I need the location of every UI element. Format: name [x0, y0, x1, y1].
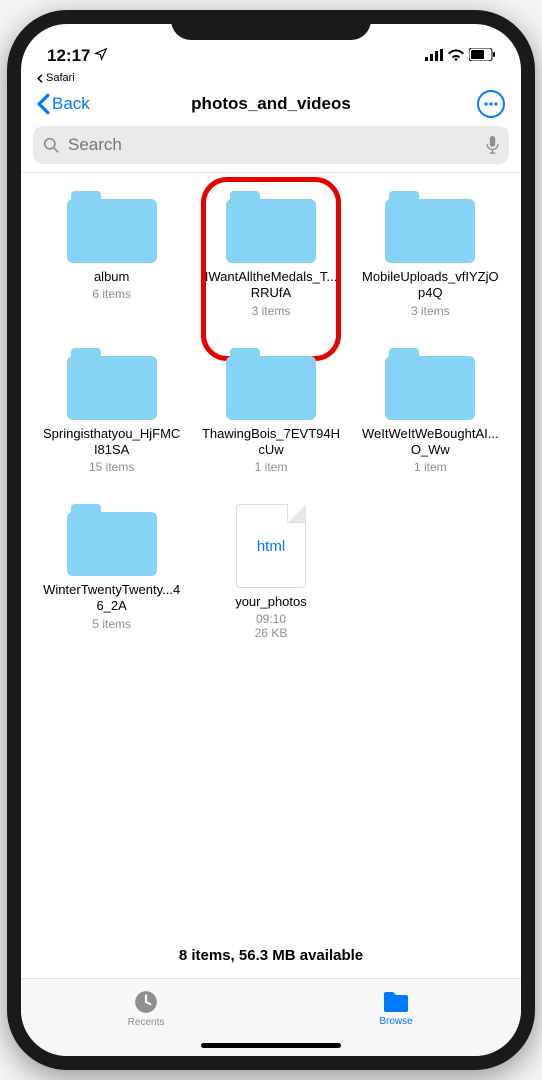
item-sub: 5 items	[92, 617, 131, 631]
folder-icon	[67, 504, 157, 576]
more-button[interactable]	[425, 90, 505, 118]
folder-icon	[385, 191, 475, 263]
folder-item[interactable]: WinterTwentyTwenty...46_2A 5 items	[35, 504, 188, 640]
clock-icon	[133, 989, 159, 1015]
phone-frame: 12:17 Safari	[7, 10, 535, 1070]
microphone-icon[interactable]	[486, 136, 499, 154]
item-sub: 3 items	[411, 304, 450, 318]
status-time: 12:17	[47, 46, 90, 66]
item-sub: 15 items	[89, 460, 134, 474]
folder-item[interactable]: album 6 items	[35, 191, 188, 318]
item-sub: 1 item	[414, 460, 447, 474]
app-return-breadcrumb[interactable]: Safari	[21, 70, 521, 84]
folder-item[interactable]: WeItWeItWeBoughtAI...O_Ww 1 item	[354, 348, 507, 475]
item-name: MobileUploads_vfIYZjOp4Q	[360, 269, 500, 302]
search-icon	[43, 137, 60, 154]
folder-icon	[226, 348, 316, 420]
caret-left-icon	[37, 74, 44, 83]
item-sub: 3 items	[252, 304, 291, 318]
item-name: IWantAlltheMedals_T...RRUfA	[201, 269, 341, 302]
folder-icon	[226, 191, 316, 263]
search-input[interactable]	[68, 135, 478, 155]
tab-browse[interactable]: Browse	[271, 979, 521, 1038]
item-sub: 1 item	[255, 460, 288, 474]
item-name: WinterTwentyTwenty...46_2A	[42, 582, 182, 615]
tab-label: Recents	[128, 1017, 165, 1028]
wifi-icon	[447, 46, 465, 66]
file-badge: html	[257, 538, 285, 555]
folder-item[interactable]: Springisthatyou_HjFMCI81SA 15 items	[35, 348, 188, 475]
item-sub: 09:10 26 KB	[255, 612, 288, 640]
file-icon: html	[236, 504, 306, 588]
notch	[171, 10, 371, 40]
back-label: Back	[52, 94, 90, 114]
item-name: Springisthatyou_HjFMCI81SA	[42, 426, 182, 459]
item-name: WeItWeItWeBoughtAI...O_Ww	[360, 426, 500, 459]
folder-icon	[67, 348, 157, 420]
screen: 12:17 Safari	[21, 24, 521, 1056]
folder-item[interactable]: ThawingBois_7EVT94HcUw 1 item	[194, 348, 347, 475]
page-title: photos_and_videos	[117, 94, 425, 114]
items-grid: album 6 items IWantAlltheMedals_T...RRUf…	[21, 173, 521, 929]
battery-icon	[469, 46, 495, 66]
cellular-icon	[425, 46, 443, 66]
item-sub: 6 items	[92, 287, 131, 301]
summary-text: 8 items, 56.3 MB available	[21, 929, 521, 978]
item-name: your_photos	[235, 594, 307, 610]
location-icon	[94, 46, 108, 66]
tab-label: Browse	[379, 1016, 412, 1027]
breadcrumb-app-label: Safari	[46, 72, 75, 84]
folder-icon	[382, 990, 410, 1014]
folder-icon	[385, 348, 475, 420]
item-name: album	[94, 269, 129, 285]
back-button[interactable]: Back	[37, 93, 117, 115]
ellipsis-circle-icon	[477, 90, 505, 118]
folder-icon	[67, 191, 157, 263]
chevron-left-icon	[37, 93, 50, 115]
nav-bar: Back photos_and_videos	[21, 84, 521, 126]
folder-item[interactable]: IWantAlltheMedals_T...RRUfA 3 items	[194, 191, 347, 318]
tab-recents[interactable]: Recents	[21, 979, 271, 1038]
item-name: ThawingBois_7EVT94HcUw	[201, 426, 341, 459]
home-indicator[interactable]	[201, 1043, 341, 1048]
search-bar[interactable]	[33, 126, 509, 164]
file-item[interactable]: html your_photos 09:10 26 KB	[194, 504, 347, 640]
folder-item[interactable]: MobileUploads_vfIYZjOp4Q 3 items	[354, 191, 507, 318]
